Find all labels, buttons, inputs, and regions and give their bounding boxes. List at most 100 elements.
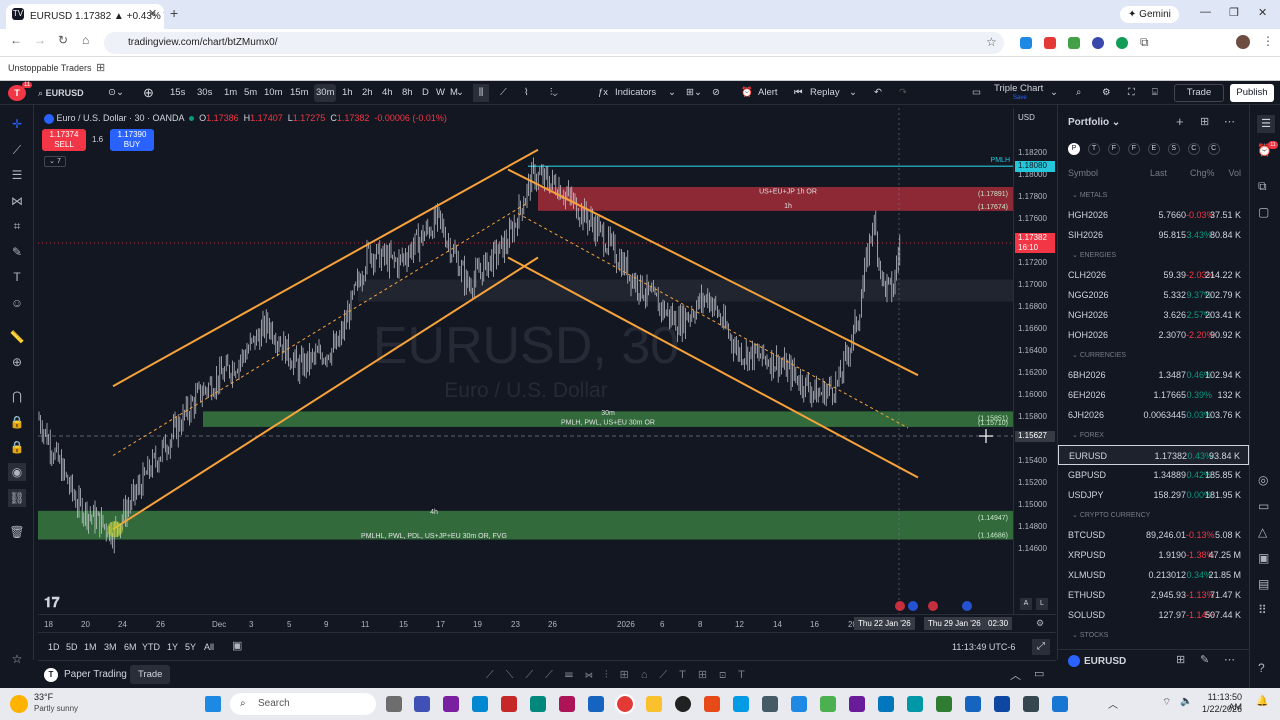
magnet-icon[interactable]: ⋂ [8, 387, 26, 405]
interval-1h[interactable]: 1h [340, 84, 355, 102]
add-symbol-icon[interactable]: ⊕ [143, 81, 154, 105]
line-chart-icon[interactable]: ⟋ [500, 81, 507, 105]
economic-event-icon[interactable] [962, 601, 972, 611]
demand-zone-4h[interactable] [38, 510, 1013, 540]
app-icon[interactable] [501, 696, 517, 712]
watchlist-row[interactable]: NGG2026 5.332 9.37% 202.79 K [1058, 285, 1249, 305]
replay-icon[interactable]: ⏮ [794, 81, 803, 105]
profile-avatar[interactable] [1236, 35, 1250, 49]
watchlist-row[interactable]: HOH2026 2.3070 -2.20% 90.92 K [1058, 325, 1249, 345]
compare-icon[interactable]: ⊙⌄ [108, 81, 124, 105]
watchlist-row[interactable]: GBPUSD 1.34889 0.42% 185.85 K [1058, 465, 1249, 485]
watchlist-section-header[interactable]: ⌄ ENERGIES [1072, 251, 1116, 259]
log-scale-button[interactable]: L [1036, 598, 1048, 610]
target-icon[interactable]: ◎ [1258, 473, 1268, 487]
watchlist-section-header[interactable]: ⌄ CRYPTO CURRENCY [1072, 511, 1150, 519]
paper-trading-label[interactable]: Paper Trading [64, 669, 127, 680]
snapshot-camera-icon[interactable]: ⌸ [1152, 81, 1158, 105]
layout-icon[interactable]: ▭ [972, 81, 981, 105]
watchlist-section-header[interactable]: ⌄ METALS [1072, 191, 1107, 199]
cursor-crosshair-icon[interactable]: ✛ [8, 115, 26, 133]
app-icon[interactable] [530, 696, 546, 712]
hide-drawings-icon[interactable]: 🔒 [8, 438, 26, 456]
extension-icon[interactable] [1044, 37, 1056, 49]
maximize-pane-icon[interactable]: ⤢ [1032, 639, 1050, 655]
edit-icon[interactable]: ✎ [1200, 653, 1209, 666]
back-icon[interactable]: ← [10, 33, 22, 47]
interval-30s[interactable]: 30s [195, 84, 214, 102]
wifi-icon[interactable]: ⌔ [1162, 696, 1171, 709]
url-field[interactable]: tradingview.com/chart/btZMumx0/ [104, 32, 1004, 54]
settings-gear-icon[interactable]: ⚙ [1102, 81, 1111, 105]
hotkey-icon[interactable]: ⊘ [712, 81, 720, 105]
redo-icon[interactable]: ↷ [899, 81, 907, 105]
lock-drawings-icon[interactable]: 🔒 [8, 413, 26, 431]
interval-30m[interactable]: 30m [314, 84, 337, 102]
watchlist-row[interactable]: 6EH2026 1.17665 0.39% 132 K [1058, 385, 1249, 405]
interval-4h[interactable]: 4h [380, 84, 395, 102]
watchlist-row[interactable]: SIH2026 95.815 3.43% 80.84 K [1058, 225, 1249, 245]
range-All[interactable]: All [204, 642, 214, 652]
chart-title[interactable]: Euro / U.S. Dollar · 30 · OANDA [57, 113, 185, 123]
alert-button[interactable]: Alert [758, 81, 778, 105]
app-icon[interactable] [849, 696, 865, 712]
sell-button[interactable]: 1.17374 SELL [42, 129, 86, 151]
file-explorer-icon[interactable] [646, 696, 662, 712]
extension-icon[interactable] [1020, 37, 1032, 49]
watchlist-row[interactable]: XLMUSD 0.213012 0.34% 21.85 M [1058, 565, 1249, 585]
app-icon[interactable] [820, 696, 836, 712]
alert-clock-icon[interactable]: ⏰ [741, 81, 753, 105]
favorites-star-icon[interactable]: ☆ [8, 650, 26, 668]
indicators-collapse-toggle[interactable]: ⌄ 7 [44, 156, 66, 167]
watchlist-row[interactable]: 6BH2026 1.3487 0.46% 102.94 K [1058, 365, 1249, 385]
watchlist-row[interactable]: HGH2026 5.7660 -0.03% 37.51 K [1058, 205, 1249, 225]
app-icon[interactable] [675, 696, 691, 712]
browser-tab[interactable]: EURUSD 1.17382 ▲ +0.43% Tri [6, 4, 164, 29]
symbol-search[interactable]: ⌕ EURUSD [34, 84, 98, 102]
volume-icon[interactable]: 🔈 [1180, 696, 1192, 707]
extension-icon[interactable] [1068, 37, 1080, 49]
forward-icon[interactable]: → [34, 33, 46, 47]
advanced-view-icon[interactable]: ⊞ [1200, 115, 1209, 128]
link-icon[interactable]: ⛓ [8, 489, 26, 507]
taskbar-search[interactable]: Search [230, 693, 376, 715]
undo-icon[interactable]: ↶ [874, 81, 882, 105]
app-icon[interactable] [414, 696, 430, 712]
filter-pill[interactable]: F [1107, 143, 1120, 155]
app-icon[interactable] [965, 696, 981, 712]
layers-icon[interactable]: ⧉ [1258, 179, 1267, 194]
interval-dropdown-icon[interactable]: ⌄ [456, 81, 464, 105]
more-options-icon[interactable]: ⋯ [1224, 653, 1235, 666]
new-tab-icon[interactable]: + [170, 5, 178, 21]
range-6M[interactable]: 6M [124, 642, 137, 652]
watchlist-row[interactable]: 6JH2026 0.0063445 0.03% 103.76 K [1058, 405, 1249, 425]
watchlist-row[interactable]: XRPUSD 1.9190 -1.38% 47.25 M [1058, 545, 1249, 565]
range-5Y[interactable]: 5Y [185, 642, 196, 652]
interval-1m[interactable]: 1m [222, 84, 239, 102]
interval-10m[interactable]: 10m [262, 84, 284, 102]
watchlist-section-header[interactable]: ⌄ CURRENCIES [1072, 351, 1126, 359]
app-icon[interactable] [762, 696, 778, 712]
apps-icon[interactable]: ⠿ [1258, 603, 1267, 617]
candles-chart-type-icon[interactable]: ⫼ [473, 84, 489, 102]
weather-desc[interactable]: Partly sunny [34, 704, 78, 713]
weather-sun-icon[interactable] [10, 695, 28, 713]
paper-trade-tab[interactable]: Trade [130, 665, 171, 684]
watchlist-section-header[interactable]: ⌄ FOREX [1072, 431, 1104, 439]
filter-pill[interactable]: T [1087, 143, 1100, 155]
interval-D[interactable]: D [420, 84, 431, 102]
help-icon[interactable]: ? [1258, 661, 1265, 675]
drawing-favorites-toolbar[interactable]: ⟋⟍⟋⟋☰⋈⫶⊞⌂⟋T⊞⊡T [486, 668, 757, 682]
price-axis[interactable]: USD 1.182001.180001.178001.176001.174001… [1013, 108, 1056, 614]
publish-button[interactable]: Publish [1230, 84, 1274, 102]
weather-temp[interactable]: 33°F [34, 692, 53, 702]
trend-line-icon[interactable]: ⟋ [8, 141, 26, 159]
chart-pane[interactable]: EURUSD, 30 Euro / U.S. Dollar US+EU+JP 1… [38, 108, 1013, 614]
outlook-icon[interactable] [994, 696, 1010, 712]
zoom-icon[interactable] [791, 696, 807, 712]
filter-pill[interactable]: C [1187, 143, 1200, 155]
chart-settings-gear-icon[interactable]: ⚙ [1036, 618, 1044, 629]
range-1D[interactable]: 1D [48, 642, 60, 652]
chat-icon[interactable]: ▢ [1258, 205, 1269, 219]
replay-button[interactable]: Replay [810, 81, 840, 105]
